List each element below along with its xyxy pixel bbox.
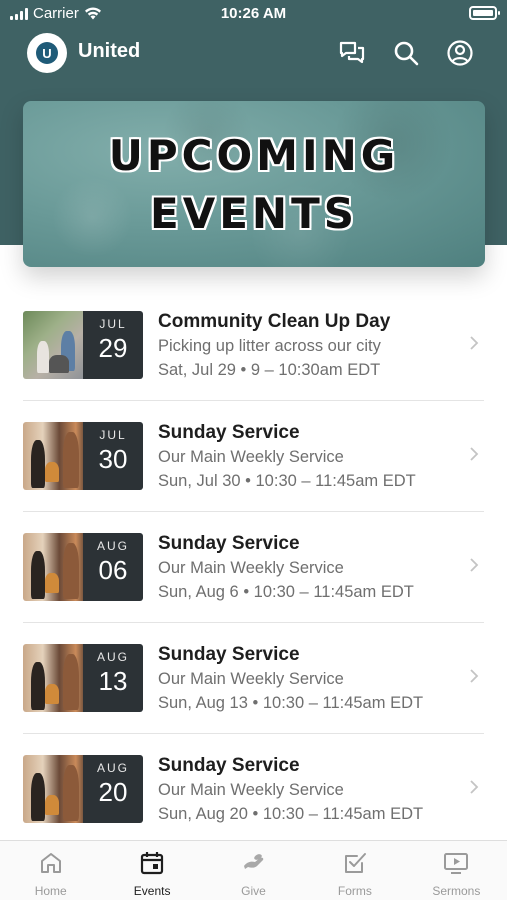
event-date-box: JUL 30 — [83, 422, 143, 490]
event-row[interactable]: AUG 13 Sunday Service Our Main Weekly Se… — [0, 623, 507, 734]
event-day: 06 — [98, 555, 128, 585]
worship-band-photo — [23, 533, 89, 601]
worship-band-photo — [23, 755, 89, 823]
event-time: Sat, Jul 29 • 9 – 10:30am EDT — [158, 361, 381, 379]
community-cleanup-photo — [23, 311, 89, 379]
profile-icon[interactable] — [445, 38, 475, 68]
search-icon[interactable] — [391, 38, 421, 68]
event-title: Sunday Service — [158, 755, 300, 776]
tab-home[interactable]: Home — [0, 841, 101, 900]
event-subtitle: Picking up litter across our city — [158, 337, 381, 355]
event-thumbnail: AUG 06 — [23, 533, 143, 601]
give-hand-icon — [241, 850, 267, 876]
event-day: 30 — [98, 444, 128, 474]
video-play-icon — [443, 850, 469, 876]
home-icon — [38, 850, 64, 876]
status-time: 10:26 AM — [220, 5, 287, 22]
event-time: Sun, Aug 20 • 10:30 – 11:45am EDT — [158, 805, 424, 823]
event-row[interactable]: AUG 06 Sunday Service Our Main Weekly Se… — [0, 512, 507, 623]
event-day: 29 — [98, 333, 128, 363]
tab-sermons[interactable]: Sermons — [406, 841, 507, 900]
event-subtitle: Our Main Weekly Service — [158, 781, 344, 799]
event-thumbnail: AUG 20 — [23, 755, 143, 823]
calendar-icon — [139, 850, 165, 876]
tab-label: Give — [241, 884, 266, 898]
worship-band-photo — [23, 422, 89, 490]
logo-letter: U — [36, 42, 58, 64]
event-thumbnail: AUG 13 — [23, 644, 143, 712]
banner-texture — [23, 101, 485, 267]
event-subtitle: Our Main Weekly Service — [158, 448, 344, 466]
tab-label: Sermons — [432, 884, 481, 898]
tab-label: Home — [34, 884, 67, 898]
event-month: AUG — [96, 650, 129, 664]
event-row[interactable]: JUL 29 Community Clean Up Day Picking up… — [0, 290, 507, 401]
chevron-right-icon — [469, 669, 479, 683]
chevron-right-icon — [469, 336, 479, 350]
chevron-right-icon — [469, 780, 479, 794]
event-title: Sunday Service — [158, 422, 300, 443]
event-title: Sunday Service — [158, 533, 300, 554]
event-title: Community Clean Up Day — [158, 311, 391, 332]
tab-give[interactable]: Give — [203, 841, 304, 900]
event-row[interactable]: JUL 30 Sunday Service Our Main Weekly Se… — [0, 401, 507, 512]
chevron-right-icon — [469, 447, 479, 461]
event-month: JUL — [99, 428, 127, 442]
checkbox-form-icon — [342, 850, 368, 876]
tab-label: Events — [133, 884, 171, 898]
banner-line-1: UPCOMING — [108, 131, 400, 180]
upcoming-events-banner: UPCOMING EVENTS — [23, 101, 485, 267]
tab-label: Forms — [337, 884, 372, 898]
event-time: Sun, Aug 6 • 10:30 – 11:45am EDT — [158, 583, 414, 601]
tab-forms[interactable]: Forms — [304, 841, 405, 900]
bottom-tab-bar: Home Events Give Forms Sermons — [0, 840, 507, 900]
app-bar: U United — [0, 30, 507, 76]
chevron-right-icon — [469, 558, 479, 572]
event-date-box: AUG 06 — [83, 533, 143, 601]
event-time: Sun, Jul 30 • 10:30 – 11:45am EDT — [158, 472, 416, 490]
event-subtitle: Our Main Weekly Service — [158, 670, 344, 688]
event-list: JUL 29 Community Clean Up Day Picking up… — [0, 290, 507, 845]
event-title: Sunday Service — [158, 644, 300, 665]
event-date-box: AUG 20 — [83, 755, 143, 823]
event-month: AUG — [96, 539, 129, 553]
event-month: AUG — [96, 761, 129, 775]
messages-icon[interactable] — [337, 38, 367, 68]
event-month: JUL — [99, 317, 127, 331]
event-date-box: JUL 29 — [83, 311, 143, 379]
event-thumbnail: JUL 29 — [23, 311, 143, 379]
event-day: 20 — [98, 777, 128, 807]
event-thumbnail: JUL 30 — [23, 422, 143, 490]
status-bar: Carrier 10:26 AM — [0, 0, 507, 28]
event-subtitle: Our Main Weekly Service — [158, 559, 344, 577]
worship-band-photo — [23, 644, 89, 712]
banner-line-2: EVENTS — [150, 189, 358, 238]
event-time: Sun, Aug 13 • 10:30 – 11:45am EDT — [158, 694, 424, 712]
church-logo[interactable]: U — [27, 33, 67, 73]
app-title: United — [78, 40, 141, 62]
battery-icon — [469, 6, 500, 20]
tab-events[interactable]: Events — [101, 841, 202, 900]
event-day: 13 — [98, 666, 128, 696]
event-date-box: AUG 13 — [83, 644, 143, 712]
event-row[interactable]: AUG 20 Sunday Service Our Main Weekly Se… — [0, 734, 507, 845]
